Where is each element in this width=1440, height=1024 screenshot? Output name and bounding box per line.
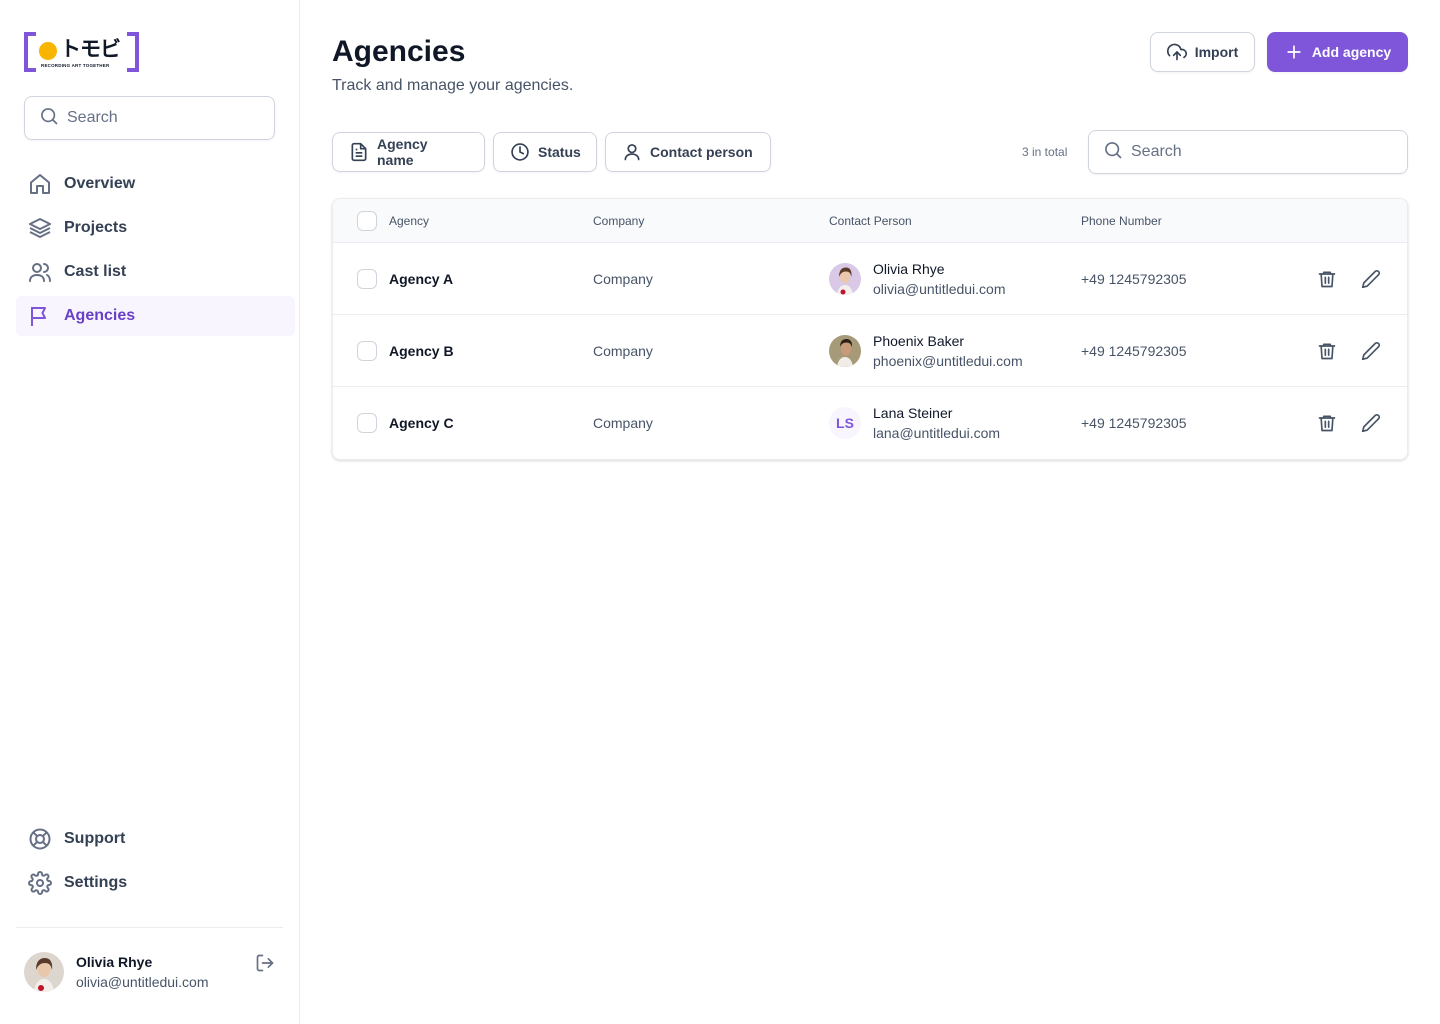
add-agency-button[interactable]: Add agency (1267, 32, 1408, 72)
column-header-contact[interactable]: Contact Person (829, 214, 912, 228)
contact-email: phoenix@untitledui.com (873, 353, 1023, 369)
column-header-agency[interactable]: Agency (389, 214, 429, 228)
phone-number: +49 1245792305 (1081, 415, 1187, 431)
avatar-initials: LS (829, 407, 861, 439)
sidebar-item-label: Projects (64, 219, 128, 236)
table-search-input[interactable] (1131, 143, 1391, 161)
contact-email: lana@untitledui.com (873, 425, 1001, 441)
phone-number: +49 1245792305 (1081, 271, 1187, 287)
sidebar-nav: Overview Projects Cast list Agencies (16, 164, 295, 340)
table-row[interactable]: Agency B Company Phoenix Baker phoenix@u… (333, 315, 1407, 387)
filter-contact-person[interactable]: Contact person (605, 132, 771, 172)
pencil-icon[interactable] (1359, 411, 1383, 435)
plus-icon (1284, 42, 1304, 62)
trash-icon[interactable] (1315, 339, 1339, 363)
table-row[interactable]: Agency C Company LS Lana Steiner lana@un… (333, 387, 1407, 459)
row-checkbox[interactable] (357, 269, 377, 289)
total-count: 3 in total (1022, 145, 1068, 159)
logout-icon[interactable] (254, 952, 276, 974)
trash-icon[interactable] (1315, 411, 1339, 435)
contact-name: Phoenix Baker (873, 333, 965, 349)
user-email: olivia@untitledui.com (76, 974, 209, 990)
trash-icon[interactable] (1315, 267, 1339, 291)
avatar (829, 263, 861, 295)
home-icon (28, 172, 52, 196)
clock-icon (510, 142, 530, 162)
sidebar-item-cast-list[interactable]: Cast list (16, 252, 295, 292)
filter-agency-name[interactable]: Agency name (332, 132, 485, 172)
company-name: Company (593, 271, 653, 287)
sidebar-item-label: Support (64, 830, 126, 847)
avatar[interactable] (24, 952, 64, 992)
column-header-company[interactable]: Company (593, 214, 644, 228)
filter-label: Status (538, 144, 581, 160)
sidebar-search-input[interactable] (67, 109, 267, 127)
sidebar-item-support[interactable]: Support (16, 819, 295, 859)
pencil-icon[interactable] (1359, 339, 1383, 363)
agencies-table: Agency Company Contact Person Phone Numb… (332, 198, 1408, 460)
company-name: Company (593, 415, 653, 431)
sidebar-item-settings[interactable]: Settings (16, 863, 295, 903)
user-icon (622, 142, 642, 162)
table-row[interactable]: Agency A Company Olivia Rhye olivia@unti… (333, 243, 1407, 315)
add-agency-button-label: Add agency (1311, 44, 1392, 60)
upload-cloud-icon (1166, 42, 1187, 62)
sidebar-search[interactable] (24, 96, 275, 140)
life-buoy-icon (28, 827, 52, 851)
search-icon (39, 106, 59, 131)
contact-email: olivia@untitledui.com (873, 281, 1006, 297)
page-title: Agencies (332, 35, 466, 68)
contact-name: Olivia Rhye (873, 261, 945, 277)
brand-logo[interactable]: トモビ RECORDING ART TOGETHER (24, 32, 139, 72)
row-checkbox[interactable] (357, 413, 377, 433)
sidebar-item-overview[interactable]: Overview (16, 164, 295, 204)
phone-number: +49 1245792305 (1081, 343, 1187, 359)
sidebar-item-label: Cast list (64, 263, 127, 280)
filter-label: Agency name (377, 136, 428, 168)
page-subtitle: Track and manage your agencies. (332, 77, 574, 94)
table-search[interactable] (1088, 130, 1408, 174)
import-button-label: Import (1194, 44, 1239, 60)
pencil-icon[interactable] (1359, 267, 1383, 291)
file-icon (349, 142, 369, 162)
agency-name: Agency C (389, 415, 454, 431)
sidebar-bottom-nav: Support Settings (16, 819, 295, 907)
sidebar-item-label: Overview (64, 175, 136, 192)
user-name: Olivia Rhye (76, 954, 153, 970)
sidebar-item-projects[interactable]: Projects (16, 208, 295, 248)
user-profile: Olivia Rhye olivia@untitledui.com (24, 952, 284, 992)
select-all-checkbox[interactable] (357, 211, 377, 231)
table-header: Agency Company Contact Person Phone Numb… (333, 199, 1407, 243)
row-checkbox[interactable] (357, 341, 377, 361)
users-icon (28, 260, 52, 284)
contact-name: Lana Steiner (873, 405, 953, 421)
agency-name: Agency A (389, 271, 454, 287)
search-icon (1103, 140, 1123, 165)
sidebar-item-agencies[interactable]: Agencies (16, 296, 295, 336)
column-header-phone[interactable]: Phone Number (1081, 214, 1162, 228)
sidebar-item-label: Agencies (64, 307, 136, 324)
company-name: Company (593, 343, 653, 359)
sidebar-item-label: Settings (64, 874, 128, 891)
layers-icon (28, 216, 52, 240)
import-button[interactable]: Import (1150, 32, 1255, 72)
sidebar-divider (16, 927, 283, 928)
avatar (829, 335, 861, 367)
sidebar: トモビ RECORDING ART TOGETHER Overview Proj… (0, 0, 300, 1024)
filter-status[interactable]: Status (493, 132, 597, 172)
gear-icon (28, 871, 52, 895)
filter-label: Contact person (650, 144, 753, 160)
agency-name: Agency B (389, 343, 454, 359)
flag-icon (28, 304, 52, 328)
